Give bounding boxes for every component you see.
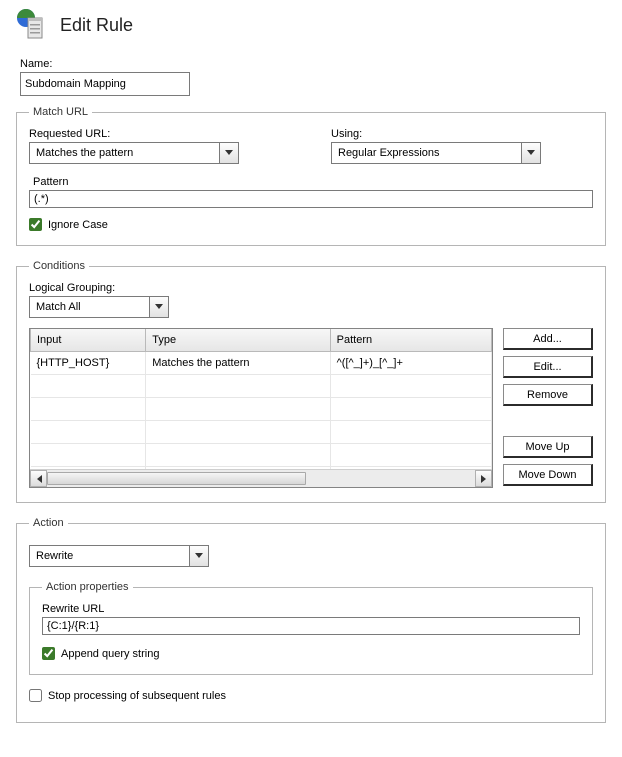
table-row [31, 421, 492, 444]
ignore-case-checkbox[interactable] [29, 218, 42, 231]
scroll-right-icon[interactable] [475, 470, 492, 487]
col-pattern[interactable]: Pattern [330, 329, 491, 352]
page-title: Edit Rule [60, 15, 133, 36]
conditions-legend: Conditions [29, 260, 89, 272]
remove-button[interactable]: Remove [503, 384, 593, 406]
using-select[interactable]: Regular Expressions [331, 142, 541, 164]
action-type-select[interactable]: Rewrite [29, 545, 209, 567]
table-row [31, 375, 492, 398]
requested-url-select[interactable]: Matches the pattern [29, 142, 239, 164]
col-type[interactable]: Type [146, 329, 330, 352]
table-row [31, 398, 492, 421]
rewrite-url-input[interactable] [42, 617, 580, 635]
conditions-grid[interactable]: Input Type Pattern {HTTP_HOST} Matches t… [29, 328, 493, 488]
horizontal-scrollbar[interactable] [30, 469, 492, 487]
name-input[interactable] [20, 72, 190, 96]
cell-pattern: ^([^_]+)_[^_]+ [330, 352, 491, 375]
cell-input: {HTTP_HOST} [31, 352, 146, 375]
move-up-button[interactable]: Move Up [503, 436, 593, 458]
stop-processing-checkbox[interactable] [29, 689, 42, 702]
pattern-label: Pattern [33, 176, 593, 188]
match-url-legend: Match URL [29, 106, 92, 118]
scroll-track[interactable] [47, 470, 475, 487]
pattern-input[interactable] [29, 190, 593, 208]
match-url-group: Match URL Requested URL: Matches the pat… [16, 106, 606, 246]
table-row[interactable]: {HTTP_HOST} Matches the pattern ^([^_]+)… [31, 352, 492, 375]
append-query-string-label: Append query string [61, 648, 159, 660]
table-row [31, 444, 492, 467]
logical-grouping-label: Logical Grouping: [29, 282, 593, 294]
name-label: Name: [20, 58, 606, 70]
ignore-case-label: Ignore Case [48, 219, 108, 231]
stop-processing-label: Stop processing of subsequent rules [48, 690, 226, 702]
logical-grouping-select[interactable]: Match All [29, 296, 169, 318]
scroll-left-icon[interactable] [30, 470, 47, 487]
action-group: Action Rewrite Action properties Rewrite… [16, 517, 606, 723]
action-legend: Action [29, 517, 68, 529]
col-input[interactable]: Input [31, 329, 146, 352]
rewrite-url-label: Rewrite URL [42, 603, 580, 615]
conditions-group: Conditions Logical Grouping: Match All [16, 260, 606, 503]
add-button[interactable]: Add... [503, 328, 593, 350]
edit-rule-icon [16, 8, 50, 42]
scroll-thumb[interactable] [47, 472, 306, 485]
using-label: Using: [331, 128, 593, 140]
edit-button[interactable]: Edit... [503, 356, 593, 378]
action-properties-legend: Action properties [42, 581, 133, 593]
append-query-string-checkbox[interactable] [42, 647, 55, 660]
action-properties-group: Action properties Rewrite URL Append que… [29, 581, 593, 675]
cell-type: Matches the pattern [146, 352, 330, 375]
requested-url-label: Requested URL: [29, 128, 291, 140]
move-down-button[interactable]: Move Down [503, 464, 593, 486]
